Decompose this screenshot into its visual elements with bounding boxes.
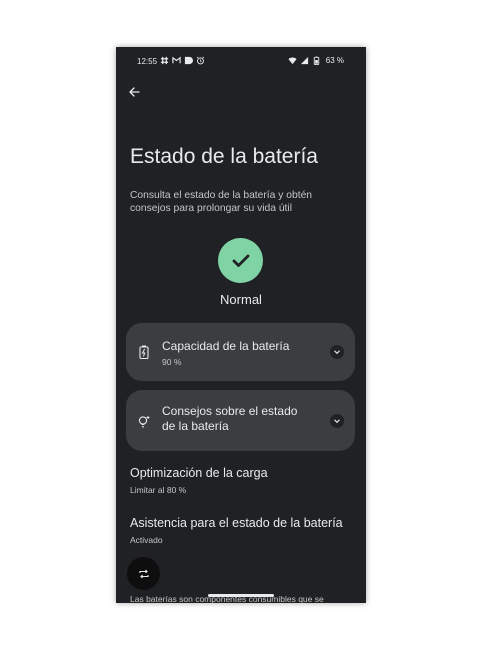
back-button[interactable] <box>124 82 144 102</box>
battery-icon <box>139 345 149 359</box>
status-label: Normal <box>220 292 262 307</box>
system-status-icons: 63 % <box>288 56 344 65</box>
lightbulb-icon <box>138 416 150 428</box>
chevron-down-icon <box>334 419 340 424</box>
battery-tips-card[interactable]: Consejos sobre el estado de la batería <box>126 390 355 451</box>
status-bar: 12:55 63 % <box>116 47 366 75</box>
battery-health-assistance-setting[interactable]: Asistencia para el estado de la batería … <box>130 516 355 545</box>
signal-icon <box>300 56 308 65</box>
battery-percentage: 63 % <box>325 56 344 65</box>
card-subtitle: 90 % <box>162 357 182 367</box>
card-title: Capacidad de la batería <box>162 339 290 353</box>
page-title: Estado de la batería <box>130 145 318 168</box>
checkmark-icon <box>232 254 249 267</box>
expand-button[interactable] <box>330 345 344 359</box>
arrow-back-icon <box>129 87 140 97</box>
setting-subtitle: Activado <box>130 535 163 545</box>
wifi-icon <box>288 57 297 65</box>
status-time: 12:55 <box>137 57 158 66</box>
battery-capacity-card[interactable]: Capacidad de la batería 90 % <box>126 323 355 381</box>
slack-icon <box>160 56 169 65</box>
chevron-down-icon <box>334 350 340 355</box>
battery-status-icon <box>313 56 319 65</box>
card-title: Consejos sobre el estado de la batería <box>162 404 298 433</box>
rotate-icon <box>138 569 149 578</box>
notification-icons <box>160 56 205 65</box>
play-icon <box>184 56 193 65</box>
gmail-icon <box>172 56 181 64</box>
expand-button[interactable] <box>330 414 344 428</box>
navigation-handle[interactable] <box>208 594 274 597</box>
setting-title: Asistencia para el estado de la batería <box>130 516 343 530</box>
setting-title: Optimización de la carga <box>130 466 268 480</box>
rotate-button[interactable] <box>127 557 160 590</box>
page-description: Consulta el estado de la batería y obtén… <box>130 190 313 214</box>
setting-subtitle: Limitar al 80 % <box>130 485 187 495</box>
alarm-icon <box>196 56 205 65</box>
status-indicator <box>218 238 263 283</box>
phone-screen: 12:55 63 % Estado de la batería Consulta… <box>116 47 366 603</box>
charging-optimization-setting[interactable]: Optimización de la carga Limitar al 80 % <box>130 466 355 495</box>
